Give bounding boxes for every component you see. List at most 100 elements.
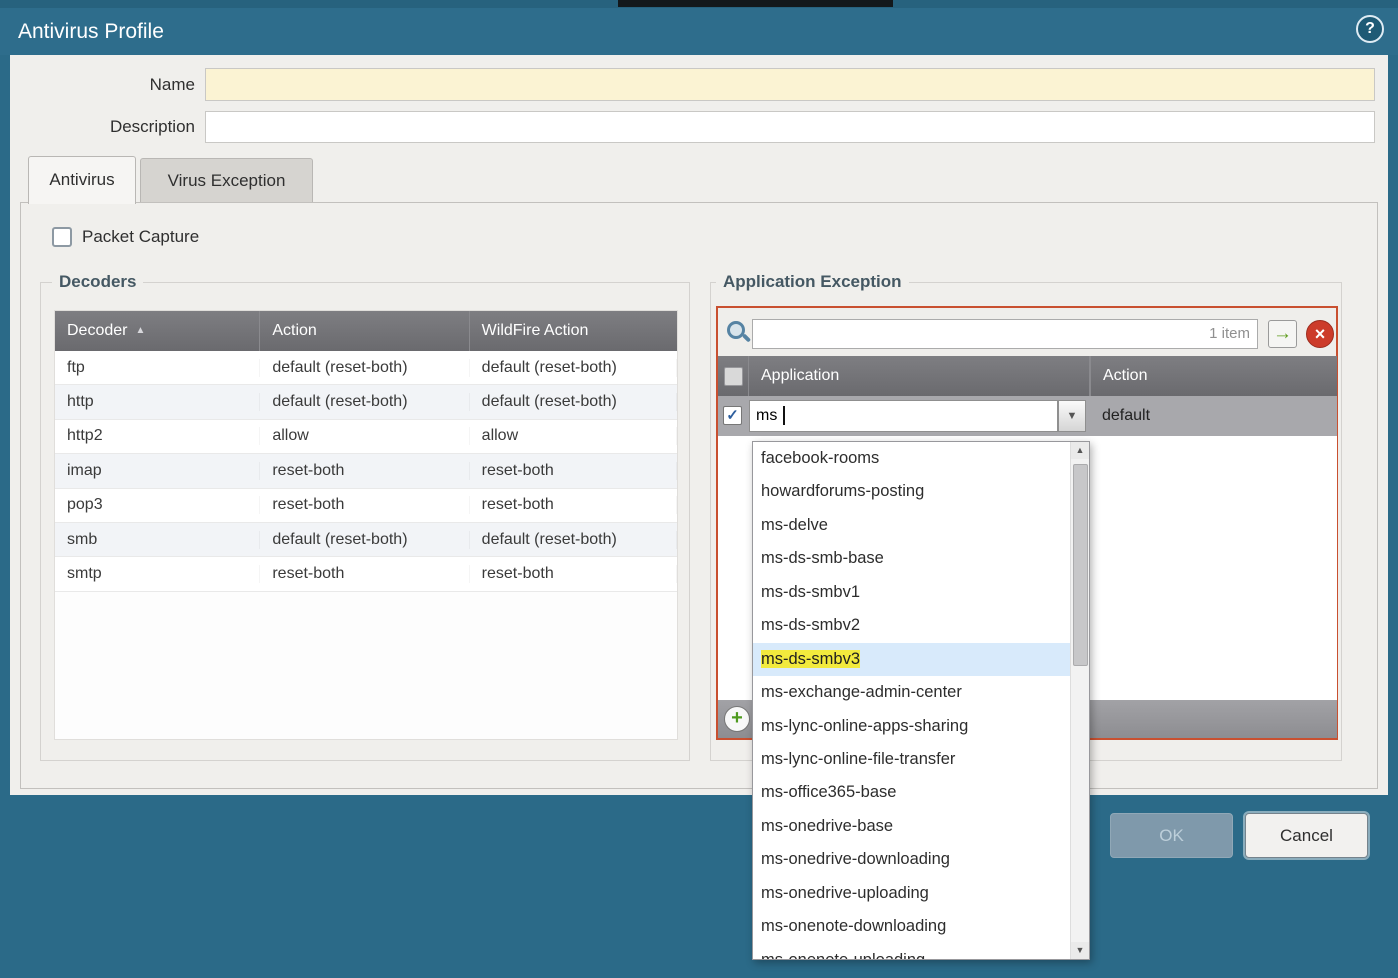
dropdown-item-label: ms-delve	[761, 516, 828, 534]
dropdown-item-facebook-rooms[interactable]: facebook-rooms	[753, 442, 1073, 475]
application-header-select-all	[718, 356, 749, 396]
combo-dropdown-icon[interactable]: ▼	[1058, 400, 1086, 432]
decoders-header-decoder-label: Decoder	[67, 322, 127, 339]
decoders-table: Decoder▲ Action WildFire Action ftpdefau…	[54, 310, 678, 740]
dropdown-item-label: facebook-rooms	[761, 449, 879, 467]
decoder-row-smtp[interactable]: smtpreset-bothreset-both	[55, 557, 677, 591]
dropdown-item-ms-lync-online-file-transfer[interactable]: ms-lync-online-file-transfer	[753, 743, 1073, 776]
dropdown-item-label: ms-onedrive-base	[761, 817, 893, 835]
scrollbar-thumb[interactable]	[1073, 464, 1088, 666]
decoder-ftp-decoder: ftp	[55, 359, 260, 377]
search-icon	[726, 320, 750, 344]
application-dropdown: facebook-rooms howardforums-posting ms-del…	[752, 441, 1090, 960]
decoder-row-pop3[interactable]: pop3reset-bothreset-both	[55, 489, 677, 523]
dropdown-item-label: ms-ds-smb-base	[761, 549, 884, 567]
sort-asc-icon: ▲	[135, 325, 145, 336]
clear-filter-icon[interactable]: ×	[1306, 320, 1334, 348]
dropdown-item-label: ms-ds-smbv2	[761, 616, 860, 634]
tab-antivirus[interactable]: Antivirus	[28, 156, 136, 204]
cancel-button[interactable]: Cancel	[1245, 813, 1368, 858]
dropdown-item-label: ms-onenote-downloading	[761, 917, 946, 935]
decoder-ftp-wildfire-action: default (reset-both)	[470, 359, 677, 377]
decoder-smb-action: default (reset-both)	[260, 531, 469, 549]
dropdown-item-ms-delve[interactable]: ms-delve	[753, 509, 1073, 542]
decoder-row-imap[interactable]: imapreset-bothreset-both	[55, 454, 677, 488]
dropdown-item-label: ms-ds-smbv1	[761, 583, 860, 601]
decoder-http2-wildfire-action: allow	[470, 427, 677, 445]
antivirus-profile-dialog: Antivirus Profile ? Name Description Ant…	[0, 0, 1398, 978]
name-label: Name	[40, 68, 195, 101]
decoder-http-action: default (reset-both)	[260, 393, 469, 411]
name-input[interactable]	[205, 68, 1375, 101]
select-all-checkbox[interactable]	[724, 367, 743, 386]
decoder-smb-decoder: smb	[55, 531, 260, 549]
packet-capture-label: Packet Capture	[82, 226, 199, 248]
dropdown-item-ms-ds-smbv1[interactable]: ms-ds-smbv1	[753, 576, 1073, 609]
dropdown-item-label: howardforums-posting	[761, 482, 924, 500]
decoders-header-wildfire-action[interactable]: WildFire Action	[470, 311, 677, 351]
description-input[interactable]	[205, 111, 1375, 143]
application-filter-input[interactable]	[752, 319, 1258, 349]
decoders-header-decoder[interactable]: Decoder ▲	[55, 311, 260, 351]
decoder-http-wildfire-action: default (reset-both)	[470, 393, 677, 411]
dialog-title: Antivirus Profile	[18, 8, 164, 55]
dropdown-item-ms-office365-base[interactable]: ms-office365-base	[753, 776, 1073, 809]
decoder-http2-action: allow	[260, 427, 469, 445]
decoders-table-body: ftpdefault (reset-both)default (reset-bo…	[55, 351, 677, 592]
application-table-header: Application Action	[718, 356, 1337, 396]
description-label: Description	[40, 111, 195, 143]
decoders-header-action[interactable]: Action	[260, 311, 469, 351]
decoder-pop3-decoder: pop3	[55, 496, 260, 514]
decoder-row-http[interactable]: httpdefault (reset-both)default (reset-b…	[55, 385, 677, 419]
decoder-row-smb[interactable]: smbdefault (reset-both)default (reset-bo…	[55, 523, 677, 557]
dropdown-item-label: ms-lync-online-apps-sharing	[761, 717, 968, 735]
decoder-smtp-wildfire-action: reset-both	[470, 565, 677, 583]
dropdown-item-label: ms-exchange-admin-center	[761, 683, 962, 701]
apply-filter-icon[interactable]: →	[1268, 320, 1297, 348]
scroll-down-icon[interactable]: ▼	[1071, 942, 1089, 959]
application-header-action[interactable]: Action	[1090, 356, 1337, 396]
decoder-ftp-action: default (reset-both)	[260, 359, 469, 377]
dropdown-item-ms-ds-smb-base[interactable]: ms-ds-smb-base	[753, 542, 1073, 575]
dropdown-item-ms-ds-smbv2[interactable]: ms-ds-smbv2	[753, 609, 1073, 642]
dropdown-item-ms-onedrive-uploading[interactable]: ms-onedrive-uploading	[753, 877, 1073, 910]
scroll-up-icon[interactable]: ▲	[1071, 442, 1089, 459]
dropdown-item-ms-onenote-uploading[interactable]: ms-onenote-uploading	[753, 944, 1073, 960]
ok-button[interactable]: OK	[1110, 813, 1233, 858]
decoder-row-ftp[interactable]: ftpdefault (reset-both)default (reset-bo…	[55, 351, 677, 385]
dropdown-item-howardforums-posting[interactable]: howardforums-posting	[753, 475, 1073, 508]
decoder-pop3-action: reset-both	[260, 496, 469, 514]
dropdown-item-label: ms-lync-online-file-transfer	[761, 750, 955, 768]
decoder-http-decoder: http	[55, 393, 260, 411]
decoders-table-header: Decoder ▲ Action WildFire Action	[55, 311, 677, 351]
dropdown-item-label: ms-onedrive-downloading	[761, 850, 950, 868]
dropdown-scrollbar[interactable]: ▲ ▼	[1070, 442, 1089, 959]
dropdown-item-label: ms-onenote-uploading	[761, 951, 925, 960]
decoder-row-http2[interactable]: http2allowallow	[55, 420, 677, 454]
packet-capture-checkbox[interactable]	[52, 227, 72, 247]
dropdown-item-label: ms-ds-smbv3	[761, 650, 860, 668]
dropdown-item-ms-onedrive-base[interactable]: ms-onedrive-base	[753, 810, 1073, 843]
help-icon[interactable]: ?	[1356, 15, 1384, 43]
application-dropdown-list: facebook-rooms howardforums-posting ms-del…	[753, 442, 1089, 960]
application-exception-legend: Application Exception	[716, 272, 909, 292]
decoder-imap-action: reset-both	[260, 462, 469, 480]
dropdown-item-ms-exchange-admin-center[interactable]: ms-exchange-admin-center	[753, 676, 1073, 709]
application-row-checkbox[interactable]: ✓	[723, 406, 742, 425]
application-header-application[interactable]: Application	[749, 356, 1090, 396]
dropdown-item-label: ms-office365-base	[761, 783, 896, 801]
decoder-smtp-action: reset-both	[260, 565, 469, 583]
dropdown-item-ms-onedrive-downloading[interactable]: ms-onedrive-downloading	[753, 843, 1073, 876]
decoder-pop3-wildfire-action: reset-both	[470, 496, 677, 514]
decoder-imap-decoder: imap	[55, 462, 260, 480]
dropdown-item-ms-ds-smbv3[interactable]: ms-ds-smbv3	[753, 643, 1073, 676]
application-row-action-value: default	[1102, 396, 1150, 436]
dropdown-item-ms-lync-online-apps-sharing[interactable]: ms-lync-online-apps-sharing	[753, 710, 1073, 743]
add-row-icon[interactable]: +	[724, 706, 750, 732]
background-browser-bar	[618, 0, 893, 7]
dropdown-item-ms-onenote-downloading[interactable]: ms-onenote-downloading	[753, 910, 1073, 943]
application-combo-input[interactable]	[749, 400, 1058, 432]
dropdown-item-label: ms-onedrive-uploading	[761, 884, 929, 902]
tab-virus-exception[interactable]: Virus Exception	[140, 158, 313, 203]
decoders-legend: Decoders	[52, 272, 143, 292]
